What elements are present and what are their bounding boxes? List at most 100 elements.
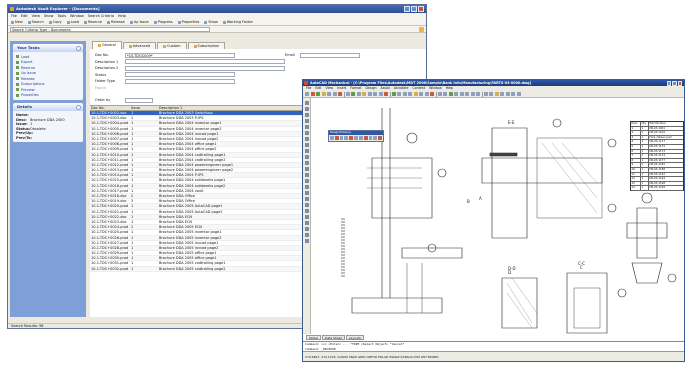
toolbar-up-issue-button[interactable]: Up Issue [129, 20, 149, 24]
drawing-canvas[interactable]: E-E B A D D-D C C-C Design/Drawing Item Q… [312, 98, 684, 334]
draw-tool-icon[interactable] [304, 203, 309, 207]
minimize-icon[interactable] [666, 81, 671, 86]
layout-tab-layout1[interactable]: Layout1 [345, 335, 364, 340]
menu-item-tools[interactable]: Tools [57, 13, 66, 19]
cad-tool-icon[interactable] [321, 92, 326, 96]
cad-tool-icon[interactable] [511, 92, 515, 96]
draw-tool-icon[interactable] [304, 227, 309, 231]
cad-tool-icon[interactable] [332, 92, 337, 96]
menu-item-design[interactable]: Design [366, 86, 377, 91]
draw-tool-icon[interactable] [304, 155, 309, 159]
close-icon[interactable] [677, 81, 682, 86]
toolbar-copy-button[interactable]: Copy [48, 20, 62, 24]
cad-tool-icon[interactable] [402, 92, 407, 96]
cad-tool-icon[interactable] [408, 92, 412, 96]
menu-item-view[interactable]: View [326, 86, 334, 91]
draw-tool-icon[interactable] [304, 173, 309, 177]
folder-type-field[interactable] [125, 78, 235, 84]
menu-item-window[interactable]: Window [429, 86, 442, 91]
draw-tool-icon[interactable] [304, 167, 309, 171]
cad-tool-icon[interactable] [419, 92, 423, 96]
column-header-issue[interactable]: Issue [130, 106, 158, 110]
cad-tool-icon[interactable] [459, 92, 464, 96]
cad-tool-icon[interactable] [362, 92, 366, 96]
draw-tool-icon[interactable] [304, 113, 309, 117]
cad-tool-icon[interactable] [351, 92, 355, 96]
design-tool-icon[interactable] [378, 136, 382, 140]
cad-tool-icon[interactable] [448, 92, 453, 96]
draw-tool-icon[interactable] [304, 185, 309, 189]
menu-item-annotate[interactable]: Annotate [394, 86, 409, 91]
search-criteria-field[interactable]: Search Criteria Type : Documents [10, 26, 210, 32]
cad-tool-icon[interactable] [489, 92, 493, 96]
draw-tool-icon[interactable] [304, 143, 309, 147]
design-tool-icon[interactable] [339, 136, 344, 140]
draw-tool-icon[interactable] [304, 149, 309, 153]
minimize-icon[interactable] [404, 6, 410, 12]
tab-general[interactable]: General [92, 41, 122, 49]
cad-tool-icon[interactable] [373, 92, 377, 96]
menu-item-help[interactable]: Help [118, 13, 126, 19]
draw-tool-icon[interactable] [304, 239, 309, 243]
column-header-description-1[interactable]: Description 1 [158, 106, 308, 110]
draw-tool-icon[interactable] [304, 101, 309, 105]
draw-tool-icon[interactable] [304, 209, 309, 213]
search-icon[interactable] [419, 26, 424, 32]
cad-tool-icon[interactable] [516, 92, 521, 96]
draw-tool-icon[interactable] [304, 215, 309, 219]
tab-advanced[interactable]: Advanced [122, 42, 157, 49]
toolbar-show-button[interactable]: Show [204, 20, 218, 24]
cad-tool-icon[interactable] [494, 92, 499, 96]
cad-tool-icon[interactable] [345, 92, 350, 96]
draw-tool-icon[interactable] [304, 197, 309, 201]
cad-tool-icon[interactable] [338, 92, 342, 96]
toolbar-release-button[interactable]: Release [107, 20, 125, 24]
order-by-select[interactable] [125, 97, 153, 103]
design-floating-toolbar[interactable]: Design/Drawing [328, 130, 384, 142]
draw-tool-icon[interactable] [304, 221, 309, 225]
cad-tool-icon[interactable] [454, 92, 458, 96]
cad-tool-icon[interactable] [397, 92, 401, 96]
draw-tool-icon[interactable] [304, 179, 309, 183]
cad-tool-icon[interactable] [367, 92, 372, 96]
draw-tool-icon[interactable] [304, 161, 309, 165]
toolbar-new-button[interactable]: New [11, 20, 23, 24]
desc2-field[interactable] [125, 65, 285, 71]
details-panel-header[interactable]: Details [13, 103, 83, 111]
cad-tool-icon[interactable] [316, 92, 320, 96]
menu-item-edit[interactable]: Edit [21, 13, 28, 19]
cad-tool-icon[interactable] [327, 92, 331, 96]
email-field[interactable] [300, 52, 360, 58]
column-header-doc-no-[interactable]: Doc No. [90, 106, 130, 110]
cad-tool-icon[interactable] [384, 92, 388, 96]
tasks-panel-header[interactable]: Your Tasks [13, 44, 83, 52]
cad-tool-icon[interactable] [443, 92, 447, 96]
design-tool-icon[interactable] [349, 136, 354, 140]
cad-tool-icon[interactable] [413, 92, 418, 96]
command-line[interactable]: Command: <<< <Enter> ... *TRIM <Select O… [303, 341, 684, 351]
toolbar-properties-button[interactable]: Properties [177, 20, 199, 24]
cad-tool-icon[interactable] [430, 92, 434, 96]
menu-item-view[interactable]: View [32, 13, 40, 19]
cad-tool-icon[interactable] [310, 92, 315, 96]
cad-tool-icon[interactable] [391, 92, 396, 96]
draw-tool-icon[interactable] [304, 131, 309, 135]
toolbar-load-button[interactable]: Load [66, 20, 79, 24]
toolbar-reserve-button[interactable]: Reserve [83, 20, 102, 24]
cad-tool-icon[interactable] [483, 92, 488, 96]
draw-tool-icon[interactable] [304, 125, 309, 129]
menu-item-assist[interactable]: Assist [381, 86, 390, 91]
cad-tool-icon[interactable] [465, 92, 469, 96]
maximize-icon[interactable] [672, 81, 677, 86]
design-tool-icon[interactable] [363, 136, 368, 140]
desc1-field[interactable] [125, 59, 285, 65]
menu-item-window[interactable]: Window [70, 13, 84, 19]
cad-tool-icon[interactable] [437, 92, 442, 96]
design-tool-icon[interactable] [358, 136, 363, 140]
design-tool-icon[interactable] [334, 136, 339, 140]
cad-tool-icon[interactable] [378, 92, 383, 96]
status-field[interactable] [125, 72, 235, 78]
menu-item-content[interactable]: Content [412, 86, 425, 91]
collapse-chevron-icon[interactable] [76, 45, 81, 51]
parts-list[interactable]: Item Qty Part Number 1 1 DR-03-1001 2 1 DR-03-1… [630, 121, 684, 191]
